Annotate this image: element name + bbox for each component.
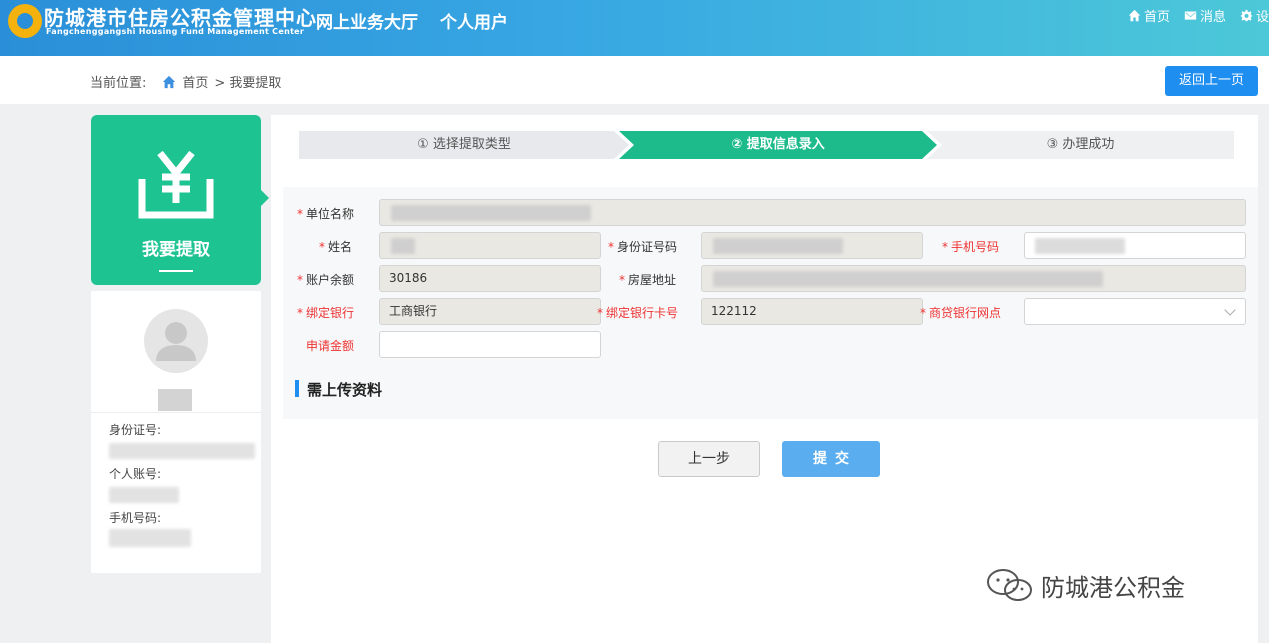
bound-card-field: 122112 — [701, 298, 923, 325]
step-select-type: ① 选择提取类型 — [299, 131, 629, 159]
profile-account-redacted — [109, 487, 179, 503]
apply-amount-label: 申请金额 — [306, 339, 355, 353]
nav-messages[interactable]: 消息 — [1184, 6, 1226, 25]
loan-branch-label: * 商贷银行网点 — [920, 306, 1002, 320]
withdraw-card: 我要提取 — [91, 115, 269, 285]
profile-account-label: 个人账号: — [109, 467, 162, 481]
org-name-en: Fangchenggangshi Housing Fund Management… — [46, 27, 305, 36]
bound-card-label: * 绑定银行卡号 — [597, 306, 679, 320]
upload-section-title: 需上传资料 — [295, 379, 382, 400]
nav-settings[interactable]: 设 — [1240, 6, 1269, 25]
bound-bank-field: 工商银行 — [379, 298, 601, 325]
name-label: * 姓名 — [319, 240, 353, 254]
nav-settings-label: 设 — [1255, 10, 1269, 25]
breadcrumb-prefix: 当前位置: — [90, 76, 147, 91]
withdraw-form: * 单位名称 * 姓名 * 身份证号码 * 手机号码 * 账户余额 30186 * 房屋地址… — [283, 187, 1258, 419]
main-panel: ① 选择提取类型 ② 提取信息录入 ③ 办理成功 * 单位名称 * 姓名 * 身份证号… — [271, 115, 1258, 643]
balance-label: * 账户余额 — [297, 273, 355, 287]
yen-withdraw-icon — [138, 150, 214, 219]
breadcrumb: 当前位置: 首页 > 我要提取 — [90, 72, 281, 91]
loan-branch-select[interactable] — [1024, 298, 1246, 325]
mail-icon — [1184, 11, 1197, 20]
profile-phone-label: 手机号码: — [109, 511, 162, 525]
profile-name-redacted — [158, 389, 192, 411]
profile-divider — [91, 412, 261, 413]
prev-step-button[interactable]: 上一步 — [658, 441, 760, 477]
back-button[interactable]: 返回上一页 — [1165, 66, 1258, 96]
home-icon — [163, 75, 176, 88]
address-label: * 房屋地址 — [619, 273, 677, 287]
breadcrumb-home-link[interactable]: 首页 — [182, 72, 208, 91]
balance-field: 30186 — [379, 265, 601, 292]
apply-amount-input[interactable] — [379, 331, 601, 358]
nav-messages-label: 消息 — [1199, 10, 1226, 25]
profile-id-redacted — [109, 443, 255, 459]
address-redacted — [713, 271, 1103, 287]
unit-name-label: * 单位名称 — [297, 207, 355, 221]
wechat-watermark: 防城港公积金 — [985, 566, 1185, 604]
watermark-text: 防城港公积金 — [1041, 573, 1185, 602]
bound-bank-label: * 绑定银行 — [297, 306, 355, 320]
breadcrumb-current: > 我要提取 — [214, 76, 282, 91]
phone-label: * 手机号码 — [942, 240, 1000, 254]
top-header: 防城港市住房公积金管理中心 Fangchenggangshi Housing F… — [0, 0, 1269, 56]
user-icon — [156, 322, 196, 361]
top-nav: 首页 消息 设 — [1128, 6, 1269, 25]
nav-home[interactable]: 首页 — [1128, 6, 1170, 25]
unit-name-redacted — [391, 205, 591, 221]
hall-title: 网上业务大厅 — [316, 13, 418, 33]
avatar — [144, 309, 208, 373]
step-success: ③ 办理成功 — [927, 131, 1234, 159]
breadcrumb-bar: 当前位置: 首页 > 我要提取 返回上一页 — [0, 56, 1269, 104]
profile-panel: 身份证号: 个人账号: 手机号码: — [91, 291, 261, 573]
profile-id-label: 身份证号: — [109, 423, 162, 437]
submit-button[interactable]: 提交 — [782, 441, 880, 477]
id-number-redacted — [713, 238, 843, 254]
home-icon — [1128, 9, 1141, 22]
step-progress: ① 选择提取类型 ② 提取信息录入 ③ 办理成功 — [299, 131, 1234, 159]
card-underline — [159, 270, 193, 272]
gear-icon — [1240, 9, 1253, 22]
profile-phone-redacted — [109, 529, 191, 547]
id-number-label: * 身份证号码 — [608, 240, 678, 254]
wechat-icon — [987, 569, 1032, 601]
user-type: 个人用户 — [440, 13, 508, 33]
nav-home-label: 首页 — [1143, 10, 1170, 25]
phone-redacted — [1035, 238, 1125, 254]
step-info-entry: ② 提取信息录入 — [619, 131, 937, 159]
org-logo-icon — [8, 4, 42, 38]
name-redacted — [391, 238, 415, 254]
card-title: 我要提取 — [142, 240, 210, 260]
